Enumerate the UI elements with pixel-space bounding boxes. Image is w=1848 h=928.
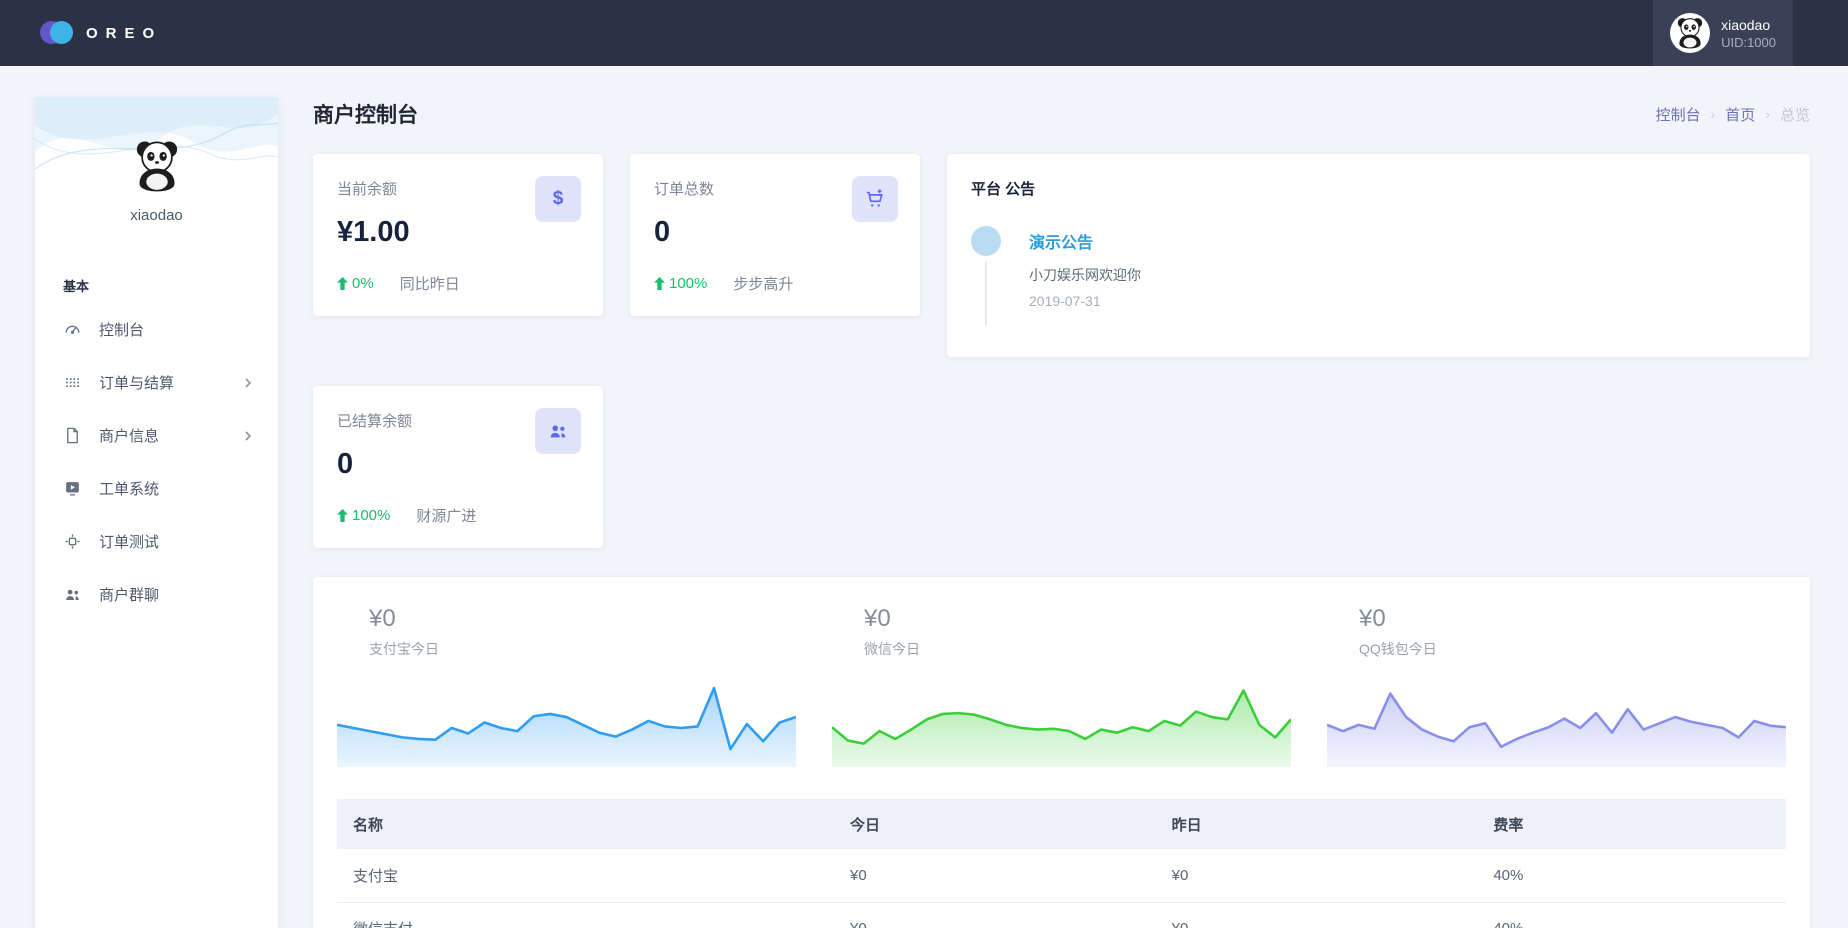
table-row-alipay: 支付宝 ¥0 ¥0 40% bbox=[337, 849, 1786, 902]
breadcrumb-home[interactable]: 首页 bbox=[1725, 104, 1755, 125]
people-icon bbox=[63, 585, 82, 604]
alipay-today-label: 支付宝今日 bbox=[369, 639, 796, 659]
top-navbar: OREO xiaodao UID:1000 bbox=[0, 0, 1848, 66]
timeline-line bbox=[985, 262, 987, 326]
column-header-name: 名称 bbox=[337, 799, 834, 849]
sidebar-username: xiaodao bbox=[35, 207, 278, 224]
brand-logo[interactable]: OREO bbox=[40, 21, 162, 45]
qqwallet-chart-block: ¥0 QQ钱包今日 bbox=[1327, 605, 1786, 767]
breadcrumb-separator: › bbox=[1711, 106, 1716, 122]
cell-name: 支付宝 bbox=[337, 849, 834, 902]
qqwallet-sparkline-chart bbox=[1327, 675, 1786, 767]
breadcrumb-console[interactable]: 控制台 bbox=[1656, 104, 1701, 125]
stat-card-settled: 已结算余额 0 100% 财源广进 bbox=[313, 386, 603, 548]
monitor-icon bbox=[63, 479, 82, 498]
sidebar-item-orders-settlement[interactable]: 订单与结算 bbox=[35, 356, 278, 409]
breadcrumb-current: 总览 bbox=[1780, 104, 1810, 125]
sidebar-item-label: 商户信息 bbox=[99, 425, 159, 446]
sidebar-item-label: 订单与结算 bbox=[99, 372, 174, 393]
column-header-today: 今日 bbox=[834, 799, 1156, 849]
cell-rate: 40% bbox=[1477, 849, 1786, 902]
gauge-icon bbox=[63, 320, 82, 339]
arrow-up-icon bbox=[337, 277, 348, 290]
announcement-content: 小刀娱乐网欢迎你 bbox=[1029, 265, 1786, 285]
wechat-sparkline-chart bbox=[832, 675, 1291, 767]
announcement-title: 平台 公告 bbox=[971, 178, 1786, 199]
column-header-rate: 费率 bbox=[1477, 799, 1786, 849]
cell-rate: 40% bbox=[1477, 902, 1786, 928]
dollar-icon: $ bbox=[535, 176, 581, 222]
brand-name: OREO bbox=[86, 25, 162, 42]
document-icon bbox=[63, 426, 82, 445]
page-title: 商户控制台 bbox=[313, 99, 418, 129]
cell-name: 微信支付 bbox=[337, 902, 834, 928]
arrow-up-icon bbox=[337, 509, 348, 522]
wechat-today-label: 微信今日 bbox=[864, 639, 1291, 659]
cell-today: ¥0 bbox=[834, 902, 1156, 928]
wechat-today-value: ¥0 bbox=[864, 605, 1291, 633]
chevron-right-icon bbox=[242, 377, 254, 389]
sidebar-item-label: 订单测试 bbox=[99, 531, 159, 552]
sidebar-profile: xiaodao bbox=[35, 97, 278, 224]
stat-delta-note: 同比昨日 bbox=[400, 273, 460, 294]
wechat-chart-block: ¥0 微信今日 bbox=[832, 605, 1291, 767]
user-avatar bbox=[1670, 13, 1710, 53]
main-content: 商户控制台 控制台 › 首页 › 总览 当前余额 $ ¥1.00 0% 同比昨日… bbox=[313, 97, 1810, 928]
cell-yesterday: ¥0 bbox=[1156, 902, 1478, 928]
qqwallet-today-value: ¥0 bbox=[1359, 605, 1786, 633]
stat-card-orders: 订单总数 0 100% 步步高升 bbox=[630, 154, 920, 316]
rate-table-header-row: 名称 今日 昨日 费率 bbox=[337, 799, 1786, 849]
table-row-wechat: 微信支付 ¥0 ¥0 40% bbox=[337, 902, 1786, 928]
announcement-date: 2019-07-31 bbox=[1029, 293, 1786, 309]
sidebar-item-label: 控制台 bbox=[99, 319, 144, 340]
sidebar-item-merchant-info[interactable]: 商户信息 bbox=[35, 409, 278, 462]
rate-table: 名称 今日 昨日 费率 支付宝 ¥0 ¥0 40% 微信支付 ¥0 ¥0 40% bbox=[337, 799, 1786, 928]
sidebar-menu: 控制台 订单与结算 商户信息 bbox=[35, 303, 278, 621]
charts-table-panel: ¥0 支付宝今日 ¥0 微信今日 bbox=[313, 577, 1810, 928]
user-name: xiaodao bbox=[1721, 16, 1776, 34]
alipay-sparkline-chart bbox=[337, 675, 796, 767]
stat-card-balance: 当前余额 $ ¥1.00 0% 同比昨日 bbox=[313, 154, 603, 316]
breadcrumb-separator: › bbox=[1765, 106, 1770, 122]
alipay-today-value: ¥0 bbox=[369, 605, 796, 633]
qqwallet-today-label: QQ钱包今日 bbox=[1359, 639, 1786, 659]
alipay-chart-block: ¥0 支付宝今日 bbox=[337, 605, 796, 767]
test-icon bbox=[63, 532, 82, 551]
breadcrumb: 控制台 › 首页 › 总览 bbox=[1656, 104, 1810, 125]
sidebar-item-dashboard[interactable]: 控制台 bbox=[35, 303, 278, 356]
sidebar-item-label: 工单系统 bbox=[99, 478, 159, 499]
announcement-item: 演示公告 小刀娱乐网欢迎你 2019-07-31 bbox=[971, 229, 1786, 309]
sidebar-item-merchant-chat[interactable]: 商户群聊 bbox=[35, 568, 278, 621]
cell-yesterday: ¥0 bbox=[1156, 849, 1478, 902]
stat-delta: 100% bbox=[352, 507, 390, 524]
cell-today: ¥0 bbox=[834, 849, 1156, 902]
announcement-panel: 平台 公告 演示公告 小刀娱乐网欢迎你 2019-07-31 bbox=[947, 154, 1810, 357]
sidebar-item-ticket-system[interactable]: 工单系统 bbox=[35, 462, 278, 515]
user-uid: UID:1000 bbox=[1721, 34, 1776, 51]
arrow-up-icon bbox=[654, 277, 665, 290]
stat-delta: 0% bbox=[352, 275, 374, 292]
stat-delta-note: 财源广进 bbox=[416, 505, 476, 526]
stat-delta: 100% bbox=[669, 275, 707, 292]
sidebar-item-order-test[interactable]: 订单测试 bbox=[35, 515, 278, 568]
chevron-right-icon bbox=[242, 430, 254, 442]
grid-dots-icon bbox=[63, 373, 82, 392]
sidebar-item-label: 商户群聊 bbox=[99, 584, 159, 605]
announcement-link[interactable]: 演示公告 bbox=[1029, 229, 1093, 253]
stat-delta-note: 步步高升 bbox=[733, 273, 793, 294]
sidebar: xiaodao 基本 控制台 订单与结算 商户信息 bbox=[35, 97, 278, 928]
timeline-dot-icon bbox=[971, 226, 1001, 256]
navbar-user-menu[interactable]: xiaodao UID:1000 bbox=[1653, 0, 1793, 66]
logo-circles-icon bbox=[40, 21, 74, 45]
cart-plus-icon bbox=[852, 176, 898, 222]
people-icon bbox=[535, 408, 581, 454]
sidebar-section-label: 基本 bbox=[63, 276, 278, 295]
sidebar-avatar bbox=[128, 137, 186, 195]
column-header-yesterday: 昨日 bbox=[1156, 799, 1478, 849]
